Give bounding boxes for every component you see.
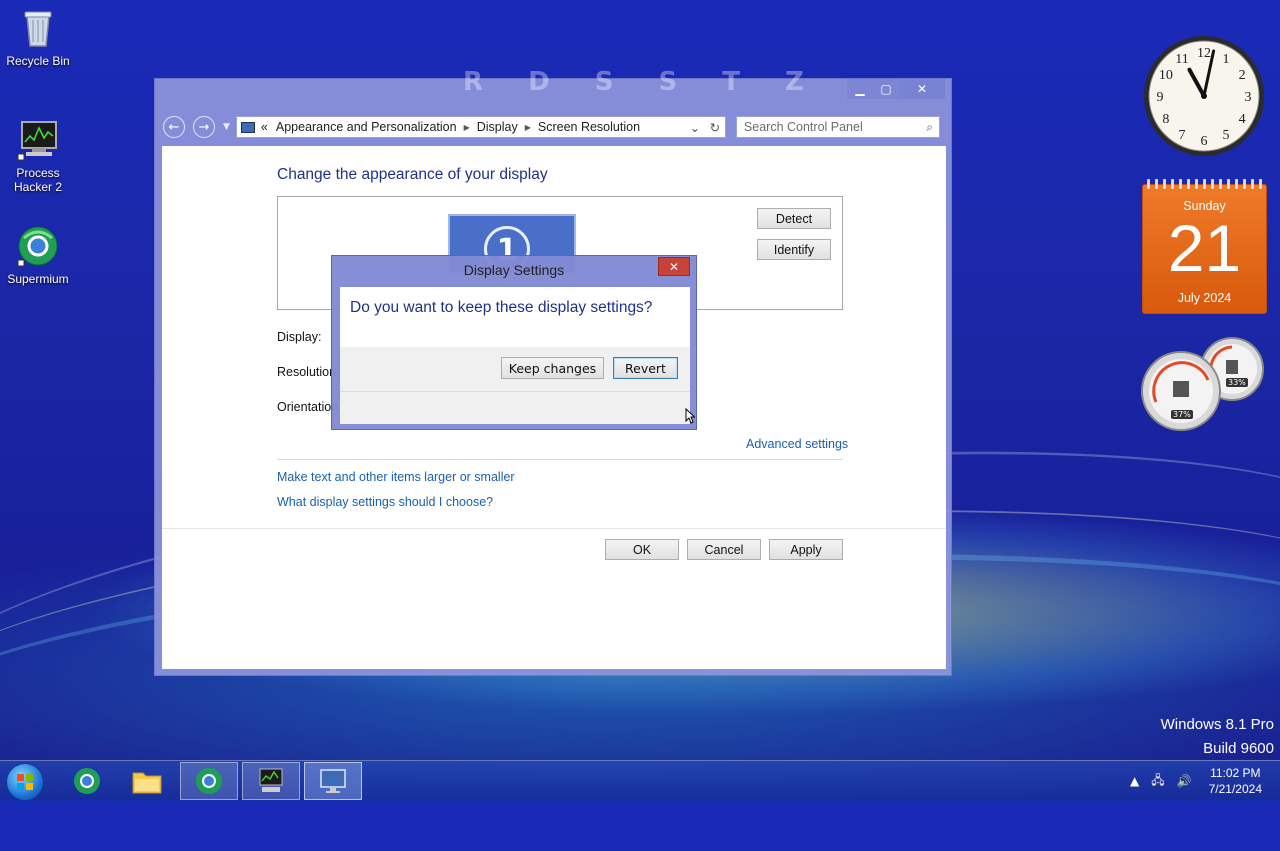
chevron-right-icon[interactable]: ▶ [525,123,531,132]
text-size-link[interactable]: Make text and other items larger or smal… [277,470,515,484]
taskbar-date: 7/21/2024 [1208,782,1262,796]
clock-numeral: 6 [1201,134,1208,149]
folder-icon [132,772,162,794]
dialog-title: Display Settings [463,262,565,278]
clock-numeral: 11 [1175,52,1188,67]
display-label: Display: [277,330,322,344]
search-box[interactable]: Search Control Panel ⌕ [735,116,940,138]
navigation-bar: ← → ▼ « Appearance and Personalization ▶… [163,115,943,139]
revert-button[interactable]: Revert [613,357,678,379]
calendar-day: 21 [1167,211,1242,285]
taskbar: ▲ 🖧 🔊 11:02 PM 7/21/2024 [0,760,1280,801]
breadcrumb-screen-resolution[interactable]: Screen Resolution [538,120,640,134]
detect-button[interactable]: Detect [757,208,831,229]
taskbar-control-panel[interactable] [304,762,362,800]
show-hidden-icons-icon[interactable]: ▲ [1130,774,1139,788]
cancel-button[interactable]: Cancel [687,539,761,560]
supermium-icon [74,768,100,794]
minimize-button[interactable]: ▁ [847,79,873,99]
calendar-gadget[interactable]: Sunday 21 July 2024 [1142,179,1267,314]
notification-area: ▲ 🖧 🔊 [1130,767,1204,795]
network-icon[interactable]: 🖧 [1151,771,1164,792]
clock-numeral: 2 [1239,68,1246,83]
desktop-icon-process-hacker[interactable]: Process Hacker 2 [2,118,74,194]
dialog-message-area: Do you want to keep these display settin… [340,287,690,347]
forward-button[interactable]: → [193,116,215,138]
refresh-icon[interactable]: ↻ [705,120,725,135]
display-settings-dialog: Display Settings ✕ Do you want to keep t… [331,255,697,430]
taskbar-file-explorer[interactable] [118,762,176,800]
breadcrumb-appearance[interactable]: Appearance and Personalization [276,120,457,134]
clock-numeral: 12 [1197,46,1211,61]
chevron-right-icon[interactable]: ▶ [464,123,470,132]
volume-icon[interactable]: 🔊 [1177,774,1192,788]
breadcrumb-display[interactable]: Display [477,120,518,134]
close-button[interactable]: ✕ [899,79,945,99]
desktop-icon-supermium[interactable]: Supermium [2,224,74,286]
display-settings-icon [320,769,346,793]
footer-divider [162,528,946,529]
windows-version-watermark: Windows 8.1 Pro [1160,716,1274,733]
search-placeholder: Search Control Panel [743,120,863,134]
clock-numeral: 10 [1159,68,1173,83]
window-title-ghost: R D S S T Z [463,67,822,97]
advanced-settings-link[interactable]: Advanced settings [746,437,848,451]
taskbar-process-hacker[interactable] [242,762,300,800]
divider [277,459,843,460]
control-panel-monitor-icon [240,121,255,133]
cpu-gauge-icon [1141,351,1221,431]
clock-numeral: 3 [1245,90,1252,105]
taskbar-clock[interactable]: 11:02 PM 7/21/2024 [1209,765,1262,797]
desktop-icon-label: Process [16,166,60,180]
windows-logo-icon [17,774,33,790]
maximize-button[interactable]: ▢ [873,79,899,99]
dialog-question: Do you want to keep these display settin… [350,299,653,316]
keep-changes-button[interactable]: Keep changes [501,357,604,379]
address-bar[interactable]: « Appearance and Personalization ▶ Displ… [235,116,726,138]
desktop-icon-label: Recycle Bin [6,54,70,68]
calendar-month-year: July 2024 [1177,291,1232,305]
desktop-icon-label: Hacker 2 [13,180,63,194]
resolution-label: Resolution [277,365,337,379]
clock-numeral: 4 [1239,112,1246,127]
clock-numeral: 9 [1157,90,1164,105]
apply-button[interactable]: Apply [769,539,843,560]
recent-pages-icon[interactable]: ▼ [223,122,230,132]
clock-numeral: 1 [1223,52,1230,67]
back-button[interactable]: ← [163,116,185,138]
cpu-usage-label: 37% [1171,410,1193,419]
clock-gadget[interactable]: 1234567891011 12 [1141,33,1267,159]
page-title: Change the appearance of your display [277,166,548,183]
windows-build-watermark: Build 9600 [1203,740,1274,757]
ok-button[interactable]: OK [605,539,679,560]
desktop-icon-recycle-bin[interactable]: Recycle Bin [2,6,74,68]
dialog-close-button[interactable]: ✕ [658,257,690,276]
cpu-meter-gadget[interactable]: 33% 37% [1140,336,1268,432]
mouse-pointer-icon [685,408,695,424]
identify-button[interactable]: Identify [757,239,831,260]
orientation-label: Orientation [277,400,339,414]
calendar-rings [1147,179,1262,189]
taskbar-supermium-window[interactable] [180,762,238,800]
search-icon[interactable]: ⌕ [926,120,933,135]
clock-numeral: 7 [1179,128,1186,143]
chevron-down-icon[interactable]: ⌄ [685,120,705,135]
memory-usage-label: 33% [1226,378,1248,387]
clock-numeral: 5 [1223,128,1230,143]
recycle-bin-icon [16,6,60,50]
clock-numeral: 8 [1162,112,1169,127]
process-hacker-icon [259,768,283,792]
dialog-body: Do you want to keep these display settin… [340,287,690,424]
taskbar-supermium[interactable] [58,762,116,800]
supermium-icon [16,224,60,268]
process-hacker-icon [16,118,60,162]
display-help-link[interactable]: What display settings should I choose? [277,495,493,509]
supermium-icon [196,768,222,794]
breadcrumb-prefix[interactable]: « [261,120,268,134]
window-controls: ▁ ▢ ✕ [847,79,945,99]
start-button[interactable] [6,763,44,801]
taskbar-time: 11:02 PM [1210,766,1261,780]
desktop-icon-label: Supermium [7,272,69,286]
dialog-separator [340,391,690,392]
